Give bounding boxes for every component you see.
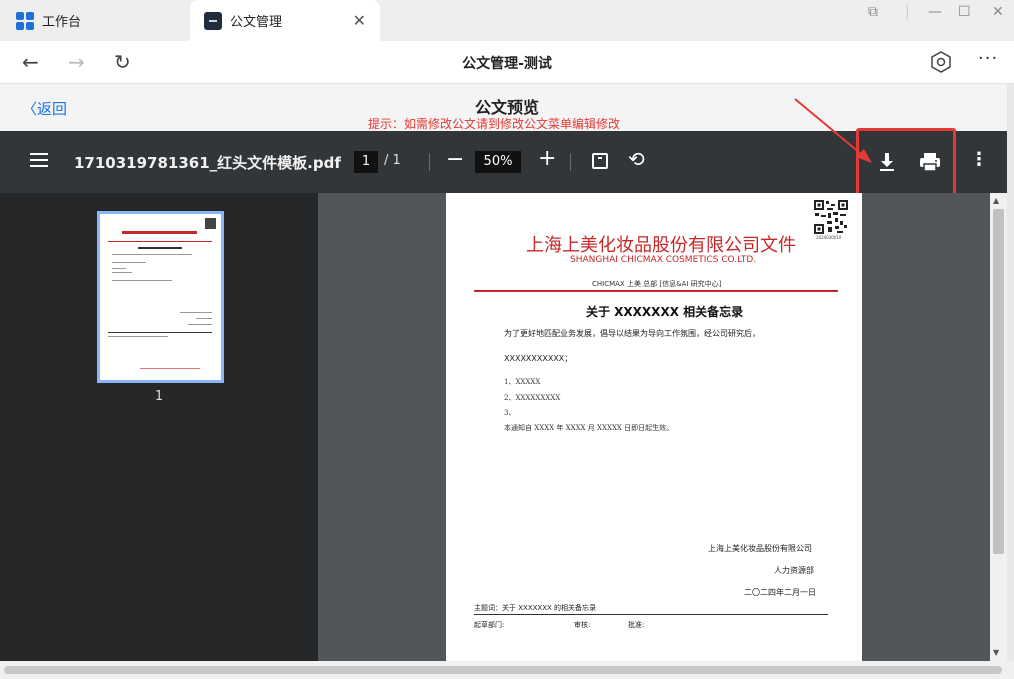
signature-company: 上海上美化妆品股份有限公司 bbox=[708, 544, 812, 553]
sub-header: 〈返回 公文预览 提示：如需修改公文请到修改公文菜单编辑修改 bbox=[0, 84, 1014, 131]
footer-rule bbox=[474, 614, 828, 615]
toolbar-divider bbox=[429, 153, 430, 171]
document-topic-line: 主题词：关于 XXXXXXX 的相关备忘录 bbox=[474, 604, 597, 612]
scroll-up-icon[interactable]: ▲ bbox=[993, 196, 999, 205]
pdf-page: 2024030010 上海上美化妆品股份有限公司文件 SHANGHAI CHIC… bbox=[446, 193, 862, 661]
file-name: 1710319781361_红头文件模板.pdf bbox=[74, 154, 341, 172]
fit-page-icon[interactable] bbox=[592, 153, 608, 169]
thumb-line bbox=[112, 280, 172, 281]
qr-code bbox=[813, 199, 849, 235]
horizontal-scrollbar[interactable] bbox=[0, 661, 1014, 679]
thumbnail-sidebar: 1 bbox=[0, 193, 318, 661]
document-organization-english: SHANGHAI CHICMAX COSMETICS CO.LTD. bbox=[570, 255, 757, 265]
thumb-qr bbox=[205, 218, 216, 229]
grid-icon bbox=[16, 11, 34, 30]
divider: | bbox=[905, 4, 910, 20]
document-list-item: 3、 bbox=[504, 409, 516, 417]
vertical-scrollbar[interactable]: ▲ ▼ bbox=[990, 193, 1007, 661]
page-number-input[interactable]: 1 bbox=[354, 151, 378, 173]
signature-date: 二〇二四年二月一日 bbox=[744, 588, 816, 597]
tab-document-management[interactable]: 公文管理 ✕ bbox=[190, 0, 380, 41]
document-effective-notice: 本通知自 XXXX 年 XXXX 月 XXXXX 日即日起生效。 bbox=[504, 424, 674, 432]
thumb-line bbox=[112, 268, 126, 269]
thumbnail-page-number: 1 bbox=[154, 389, 164, 404]
page-right-edge bbox=[1007, 84, 1014, 661]
more-options-icon[interactable]: ··· bbox=[978, 48, 998, 69]
footer-drafter: 起草部门: bbox=[474, 621, 505, 629]
tab-strip: 工作台 公文管理 ✕ ⧉ | — ☐ ✕ bbox=[0, 0, 1014, 41]
doc-app-icon bbox=[204, 11, 222, 30]
red-header-rule bbox=[474, 290, 838, 292]
document-list-item: 1、XXXXX bbox=[504, 378, 541, 386]
maximize-icon[interactable]: ☐ bbox=[958, 4, 971, 20]
thumb-title-mark bbox=[122, 231, 197, 234]
hint-text: 提示：如需修改公文请到修改公文菜单编辑修改 bbox=[368, 117, 621, 131]
settings-hex-icon[interactable] bbox=[930, 51, 952, 73]
minimize-icon[interactable]: — bbox=[928, 4, 942, 20]
thumb-line bbox=[108, 336, 168, 337]
thumb-line bbox=[112, 254, 192, 255]
thumb-line bbox=[188, 324, 212, 325]
scroll-down-icon[interactable]: ▼ bbox=[993, 648, 999, 657]
rotate-icon[interactable]: ⟲ bbox=[628, 147, 645, 171]
tab-workbench[interactable]: 工作台 bbox=[0, 0, 190, 41]
thumb-line bbox=[180, 312, 212, 313]
zoom-input[interactable]: 50% bbox=[475, 151, 521, 173]
total-pages: / 1 bbox=[384, 153, 401, 168]
thumb-line bbox=[196, 318, 212, 319]
thumb-line bbox=[108, 332, 212, 333]
scroll-thumb[interactable] bbox=[993, 209, 1004, 554]
pdf-viewer[interactable]: 2024030010 上海上美化妆品股份有限公司文件 SHANGHAI CHIC… bbox=[318, 193, 1007, 661]
signature-department: 人力资源部 bbox=[774, 566, 814, 575]
thumb-line bbox=[140, 368, 200, 369]
thumb-subject bbox=[138, 247, 182, 249]
document-paragraph: 为了更好地匹配业务发展，倡导以结果为导向工作氛围，经公司研究后， bbox=[504, 329, 760, 338]
footer-approver: 批准: bbox=[628, 621, 645, 629]
tab-label: 工作台 bbox=[42, 15, 82, 30]
document-paragraph: XXXXXXXXXXX； bbox=[504, 354, 573, 363]
page-title: 公文管理-测试 bbox=[462, 56, 552, 72]
document-organization-title: 上海上美化妆品股份有限公司文件 bbox=[526, 235, 796, 256]
thumbnail-page bbox=[100, 214, 221, 380]
document-department-line: CHICMAX 上美 总部 [信息&AI 研究中心] bbox=[592, 280, 722, 288]
zoom-out-button[interactable]: − bbox=[446, 147, 464, 172]
qr-code-label: 2024030010 bbox=[816, 235, 842, 240]
document-subject: 关于 XXXXXXX 相关备忘录 bbox=[586, 305, 744, 319]
scroll-thumb[interactable] bbox=[4, 666, 1002, 674]
more-vertical-icon[interactable]: ⋮ bbox=[970, 149, 988, 170]
page-thumbnail[interactable] bbox=[97, 211, 224, 383]
thumb-line bbox=[112, 272, 132, 273]
document-list-item: 2、XXXXXXXXX bbox=[504, 394, 561, 402]
nav-bar: ← → ↻ 公文管理-测试 ··· bbox=[0, 41, 1014, 84]
footer-reviewer: 审核: bbox=[574, 621, 591, 629]
thumb-rule bbox=[108, 241, 212, 242]
close-icon[interactable]: ✕ bbox=[353, 11, 366, 30]
restore-window-icon[interactable]: ⧉ bbox=[868, 4, 878, 20]
tab-label: 公文管理 bbox=[230, 15, 283, 30]
menu-icon[interactable] bbox=[30, 153, 48, 167]
close-window-icon[interactable]: ✕ bbox=[992, 4, 1004, 20]
zoom-in-button[interactable]: + bbox=[538, 146, 556, 171]
toolbar-divider bbox=[570, 153, 571, 171]
thumb-line bbox=[112, 262, 146, 263]
